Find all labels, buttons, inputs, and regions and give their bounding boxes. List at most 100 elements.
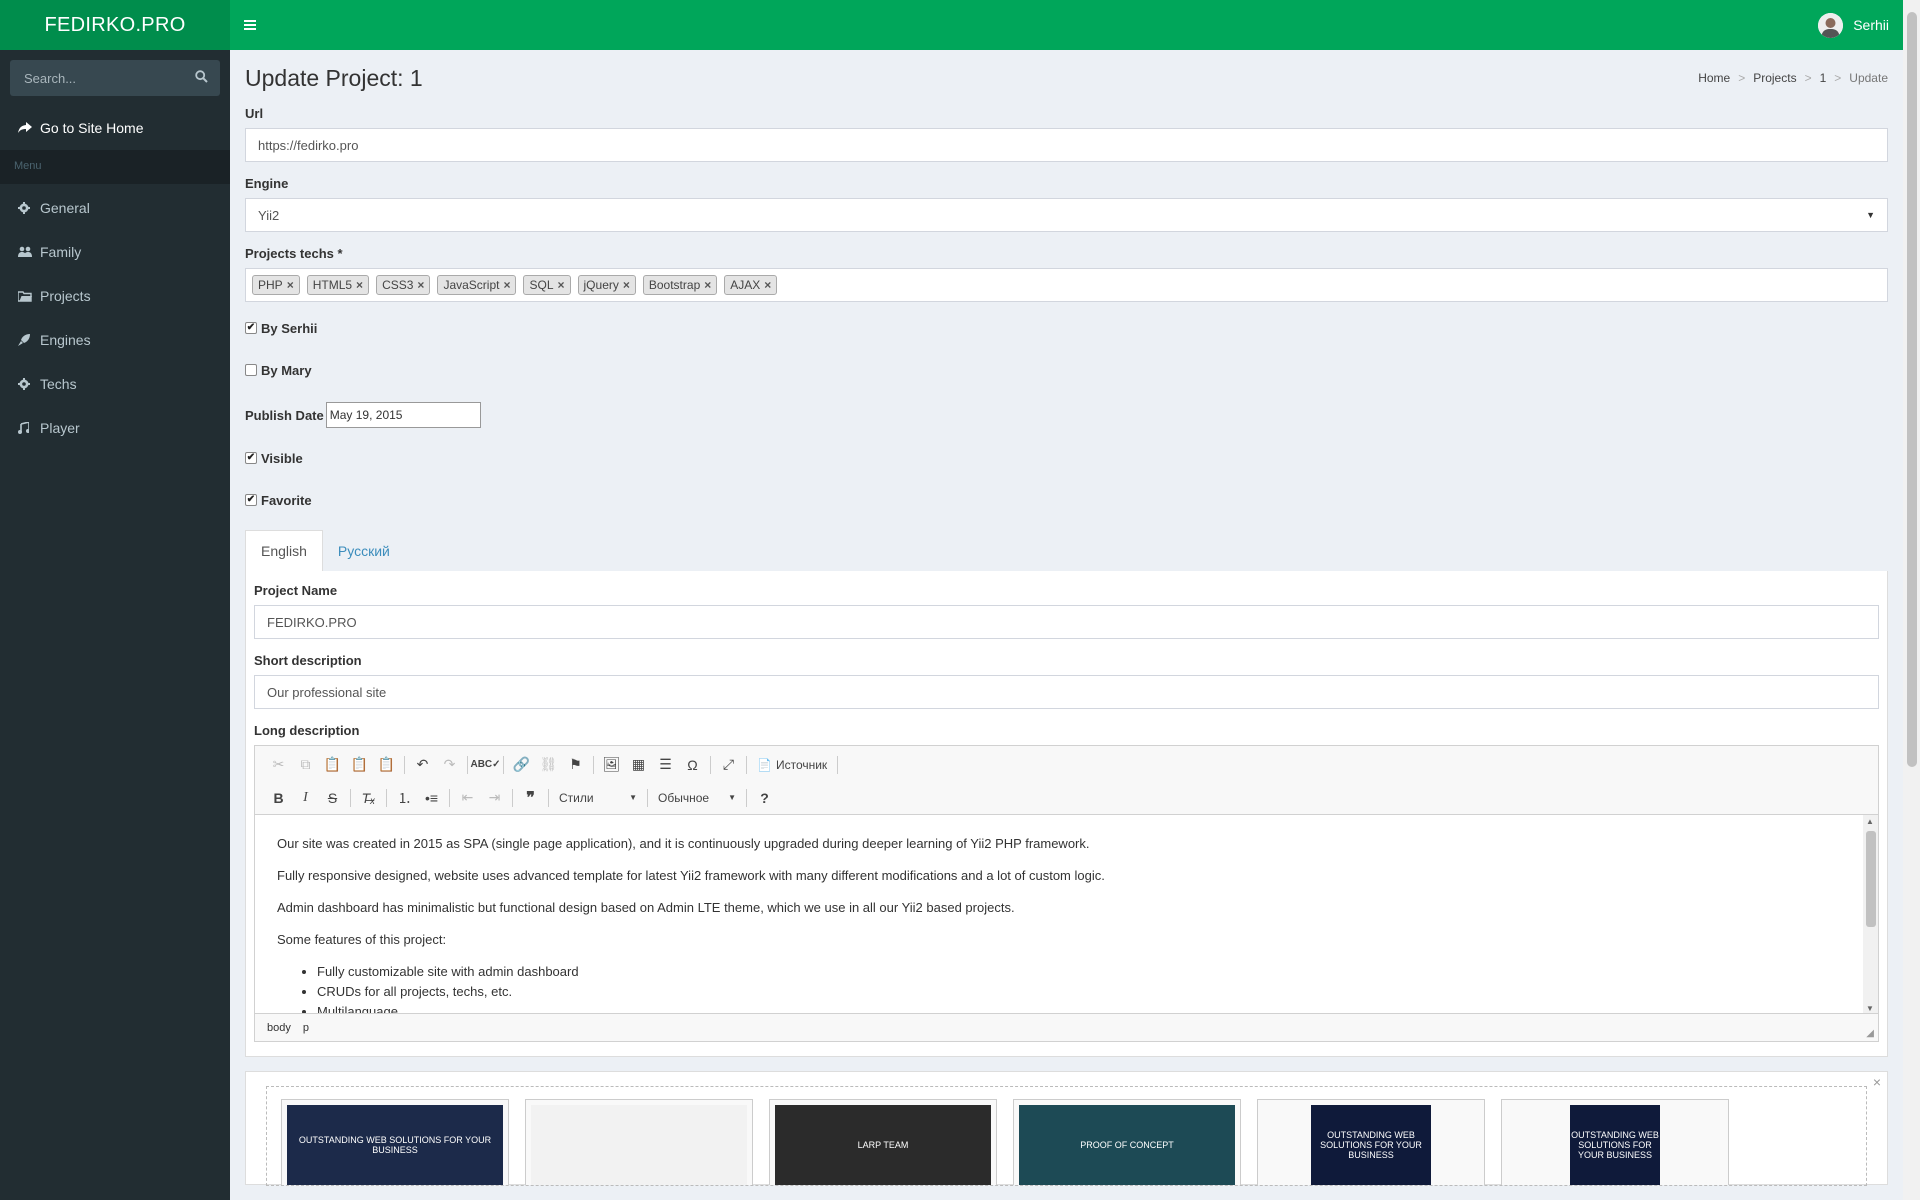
by-mary-checkbox[interactable] [245, 364, 257, 376]
users-icon [18, 246, 40, 258]
page-title: Update Project: 1 [245, 64, 423, 91]
brand-logo[interactable]: FEDIRKO.PRO [0, 0, 230, 50]
sidebar-item-techs[interactable]: Techs [0, 362, 230, 406]
remove-tag-icon[interactable]: × [623, 278, 630, 292]
sidebar-item-engines[interactable]: Engines [0, 318, 230, 362]
editor-paragraph: Fully responsive designed, website uses … [277, 868, 1105, 883]
remove-tag-icon[interactable]: × [558, 278, 565, 292]
techs-multiselect[interactable]: PHP × HTML5 × CSS3 × JavaScript × SQL × jQuer… [245, 268, 1888, 302]
by-mary-label: By Mary [261, 362, 312, 378]
remove-tag-icon[interactable]: × [764, 278, 771, 292]
sidebar-item-projects[interactable]: Projects [0, 274, 230, 318]
remove-tag-icon[interactable]: × [704, 278, 711, 292]
format-dropdown[interactable]: Обычное ▼ [652, 787, 742, 809]
image-thumbnail[interactable]: OUTSTANDING WEB SOLUTIONS FOR YOUR BUSIN… [1257, 1099, 1485, 1185]
remove-tag-icon[interactable]: × [503, 278, 510, 292]
remove-tag-icon[interactable]: × [287, 278, 294, 292]
special-char-icon[interactable]: Ω [679, 753, 706, 777]
remove-tag-icon[interactable]: × [356, 278, 363, 292]
paste-word-icon[interactable]: 📋 [373, 753, 400, 777]
by-serhii-checkbox[interactable]: ✔ [245, 322, 257, 334]
url-input[interactable]: https://fedirko.pro [245, 128, 1888, 162]
sidebar-item-label: Projects [40, 288, 91, 304]
outdent-icon[interactable]: ⇤ [454, 786, 481, 810]
editor-scrollbar[interactable]: ▲ ▼ [1863, 815, 1878, 1013]
hamburger-icon[interactable] [244, 18, 256, 33]
by-mary-row: By Mary [245, 360, 1888, 380]
editor-content[interactable]: Our site was created in 2015 as SPA (sin… [255, 814, 1878, 1014]
page-scrollbar[interactable] [1903, 0, 1920, 1200]
unlink-icon[interactable]: ⛓ [535, 753, 562, 777]
tech-tag: CSS3 × [376, 275, 431, 295]
numbered-list-icon[interactable]: ⒈ [391, 786, 418, 810]
undo-icon[interactable]: ↶ [409, 753, 436, 777]
image-thumbnail[interactable]: OUTSTANDING WEB SOLUTIONS FOR YOUR BUSIN… [281, 1099, 509, 1185]
sidebar-item-label: General [40, 200, 90, 216]
user-menu[interactable]: Serhii [1818, 12, 1889, 38]
link-icon[interactable]: 🔗 [508, 753, 535, 777]
resize-handle-icon[interactable]: ◢ [1866, 1028, 1874, 1039]
anchor-flag-icon[interactable]: ⚑ [562, 753, 589, 777]
tech-tag: PHP × [252, 275, 300, 295]
image-thumbnail[interactable]: LARP TEAM [769, 1099, 997, 1185]
copy-icon[interactable]: ⧉ [292, 753, 319, 777]
bold-icon[interactable]: B [265, 786, 292, 810]
breadcrumb-home[interactable]: Home [1698, 71, 1730, 85]
close-icon[interactable]: × [1873, 1074, 1881, 1090]
blockquote-icon[interactable]: ❞ [517, 786, 544, 810]
image-thumbnail[interactable]: PROOF OF CONCEPT [1013, 1099, 1241, 1185]
list-item: Multilanguage [317, 1004, 1856, 1013]
breadcrumb-id[interactable]: 1 [1820, 71, 1827, 85]
visible-checkbox[interactable]: ✔ [245, 452, 257, 464]
tab-russian[interactable]: Русский [323, 530, 405, 571]
image-icon[interactable]: 🖼 [598, 753, 625, 777]
sidebar-item-home[interactable]: Go to Site Home [0, 106, 230, 150]
image-thumbnail[interactable] [525, 1099, 753, 1185]
redo-icon[interactable]: ↷ [436, 753, 463, 777]
editor-paragraph: Some features of this project: [277, 932, 447, 947]
cut-icon[interactable]: ✂ [265, 753, 292, 777]
status-path-p[interactable]: p [303, 1022, 309, 1034]
source-button[interactable]: 📄 Источник [751, 754, 833, 776]
strike-icon[interactable]: S [319, 786, 346, 810]
tab-english[interactable]: English [245, 530, 323, 571]
indent-icon[interactable]: ⇥ [481, 786, 508, 810]
maximize-icon[interactable]: ⤢ [715, 753, 742, 777]
folder-icon [18, 290, 40, 302]
engine-value: Yii2 [258, 207, 280, 223]
short-description-input[interactable]: Our professional site [254, 675, 1879, 709]
sidebar-item-general[interactable]: General [0, 186, 230, 230]
horizontal-line-icon[interactable]: ☰ [652, 753, 679, 777]
search-icon[interactable] [195, 70, 208, 86]
engine-select[interactable]: Yii2 ▼ [245, 198, 1888, 232]
url-label: Url [245, 106, 264, 121]
sidebar-item-player[interactable]: Player [0, 406, 230, 450]
table-icon[interactable]: ▦ [625, 753, 652, 777]
remove-tag-icon[interactable]: × [417, 278, 424, 292]
project-name-label: Project Name [254, 583, 338, 598]
sidebar-search [10, 60, 220, 96]
editor-status-path: body p ◢ [255, 1014, 1878, 1041]
status-path-body[interactable]: body [267, 1022, 291, 1034]
breadcrumb-projects[interactable]: Projects [1753, 71, 1796, 85]
help-icon[interactable]: ? [751, 786, 778, 810]
paste-icon[interactable]: 📋 [319, 753, 346, 777]
favorite-label: Favorite [261, 492, 312, 508]
favorite-checkbox[interactable]: ✔ [245, 494, 257, 506]
bulleted-list-icon[interactable]: •≡ [418, 786, 445, 810]
sidebar-item-label: Family [40, 244, 82, 260]
search-input[interactable] [22, 69, 182, 87]
publish-date-input[interactable] [325, 402, 481, 428]
image-dropzone[interactable]: OUTSTANDING WEB SOLUTIONS FOR YOUR BUSIN… [266, 1086, 1867, 1186]
tech-tag: jQuery × [577, 275, 636, 295]
remove-format-icon[interactable]: T̶ₓ [355, 786, 382, 810]
paste-text-icon[interactable]: 📋 [346, 753, 373, 777]
styles-label: Стили [559, 790, 594, 805]
sidebar-item-family[interactable]: Family [0, 230, 230, 274]
spellcheck-icon[interactable]: ABC✓ [470, 753, 500, 777]
styles-dropdown[interactable]: Стили ▼ [553, 787, 643, 809]
image-gallery: × OUTSTANDING WEB SOLUTIONS FOR YOUR BUS… [245, 1071, 1888, 1186]
image-thumbnail[interactable]: OUTSTANDING WEB SOLUTIONS FOR YOUR BUSIN… [1501, 1099, 1729, 1185]
project-name-input[interactable]: FEDIRKO.PRO [254, 605, 1879, 639]
italic-icon[interactable]: I [292, 786, 319, 810]
